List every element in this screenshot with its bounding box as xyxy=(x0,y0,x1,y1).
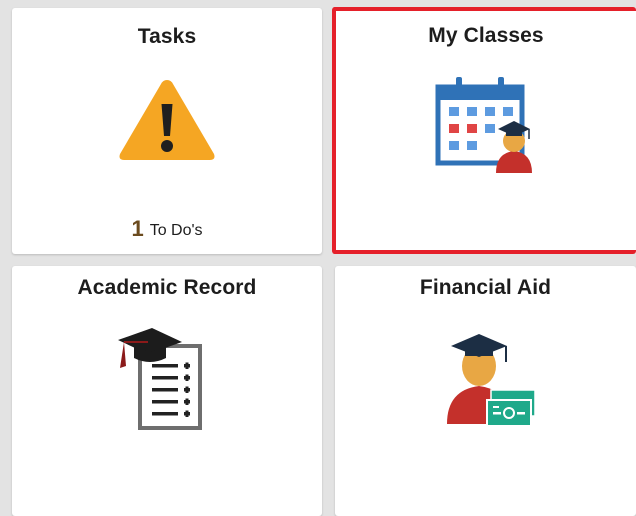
calendar-student-icon xyxy=(336,75,636,175)
financial-aid-tile[interactable]: Financial Aid xyxy=(335,266,636,516)
todo-summary: 1 To Do's xyxy=(12,216,322,242)
academic-record-title: Academic Record xyxy=(77,276,257,299)
my-classes-tile[interactable]: My Classes xyxy=(332,7,636,254)
warning-icon xyxy=(12,76,322,164)
academic-record-tile[interactable]: Academic Record xyxy=(12,266,322,516)
tasks-title: Tasks xyxy=(137,25,197,48)
todo-label: To Do's xyxy=(149,222,203,239)
todo-count: 1 xyxy=(131,216,144,241)
graduate-money-icon xyxy=(341,324,636,434)
my-classes-title: My Classes xyxy=(428,24,544,47)
tasks-tile[interactable]: Tasks 1 To Do's xyxy=(12,8,322,254)
graduation-checklist-icon xyxy=(2,322,322,434)
financial-aid-title: Financial Aid xyxy=(419,276,552,299)
